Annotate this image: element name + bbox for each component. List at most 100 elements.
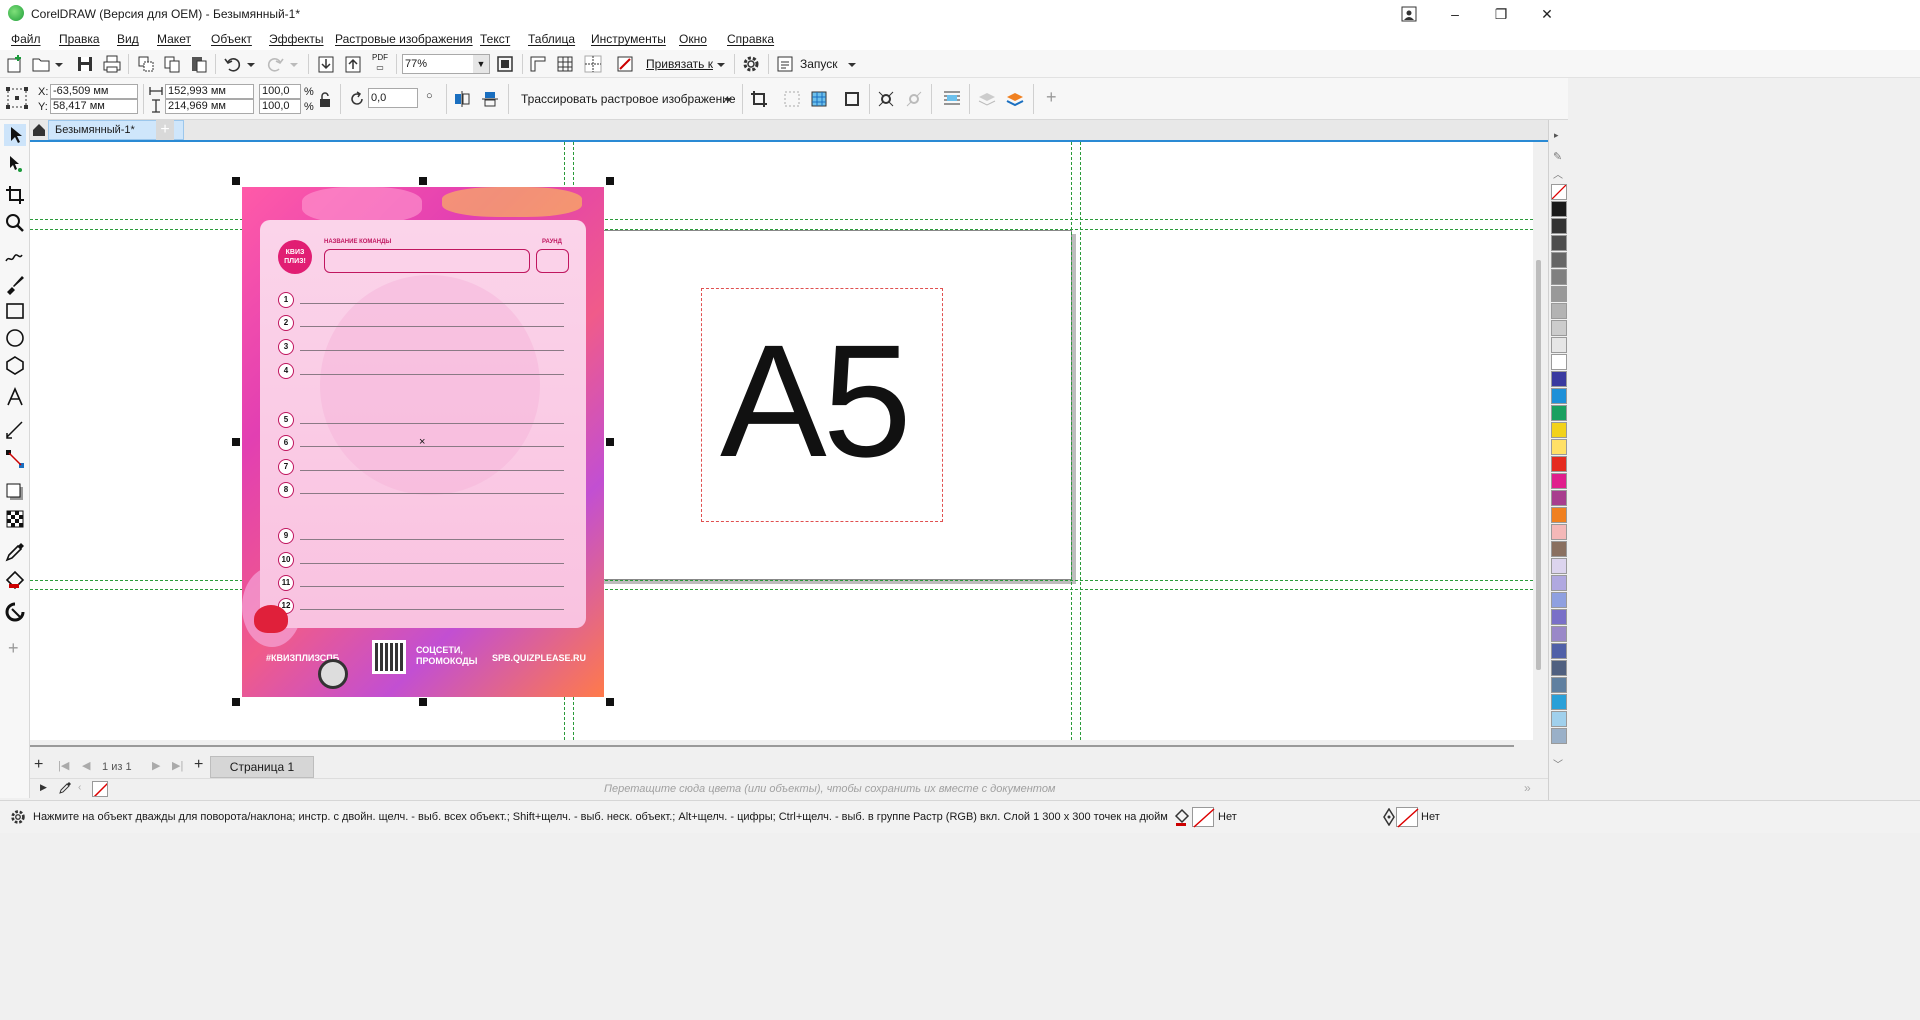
no-color-swatch[interactable] [1551, 184, 1567, 200]
chevron-down-icon[interactable] [245, 54, 257, 74]
settings-gear-icon[interactable] [9, 808, 27, 826]
menu-file[interactable]: Файл [11, 32, 41, 46]
text-tool-icon[interactable] [4, 386, 26, 408]
guidelines-icon[interactable] [583, 54, 603, 74]
account-icon[interactable] [1386, 0, 1432, 28]
palette-swatch[interactable] [1551, 439, 1567, 455]
menu-tools[interactable]: Инструменты [591, 32, 666, 46]
mirror-vertical-icon[interactable] [480, 89, 500, 109]
palette-swatch[interactable] [1551, 643, 1567, 659]
palette-swatch[interactable] [1551, 456, 1567, 472]
redo-icon[interactable] [265, 54, 285, 74]
rectangle-tool-icon[interactable] [4, 300, 26, 322]
guideline-vertical[interactable] [1071, 142, 1072, 740]
options-gear-icon[interactable] [741, 54, 761, 74]
smart-fill-icon[interactable] [4, 601, 26, 623]
eyedropper-icon[interactable] [58, 781, 72, 795]
bitmap-icon[interactable] [809, 89, 829, 109]
menu-edit[interactable]: Правка [59, 32, 100, 46]
palette-swatch[interactable] [1551, 235, 1567, 251]
paste-icon[interactable] [189, 54, 209, 74]
a5-text-frame[interactable]: A5 [701, 288, 943, 522]
palette-expand-icon[interactable]: ▶ [40, 782, 47, 793]
transparency-tool-icon[interactable] [4, 508, 26, 530]
shape-tool-icon[interactable] [4, 153, 26, 175]
height-input[interactable]: 214,969 мм [165, 99, 254, 114]
minimize-button[interactable]: – [1432, 0, 1478, 28]
rulers-icon[interactable] [528, 54, 548, 74]
object-origin-icon[interactable] [5, 86, 29, 110]
home-icon[interactable] [32, 123, 46, 137]
palette-swatch[interactable] [1551, 218, 1567, 234]
trace-bitmap-button[interactable]: Трассировать растровое изображение [521, 92, 736, 106]
artistic-media-icon[interactable] [4, 273, 26, 295]
scrollbar-thumb[interactable] [30, 745, 1514, 747]
palette-swatch[interactable] [1551, 354, 1567, 370]
palette-swatch[interactable] [1551, 337, 1567, 353]
width-input[interactable]: 152,993 мм [165, 84, 254, 99]
undo-icon[interactable] [223, 54, 243, 74]
selection-handle[interactable] [232, 698, 240, 706]
scrollbar-thumb[interactable] [1536, 260, 1541, 670]
drawing-canvas[interactable]: A5 КВИЗ ПЛИЗ! НАЗВАНИЕ КОМАНДЫ РАУНД 1 2 3… [30, 142, 1533, 740]
add-page-after-button[interactable]: + [194, 756, 203, 774]
palette-swatch[interactable] [1551, 575, 1567, 591]
guideline-vertical[interactable] [1080, 142, 1081, 740]
crop-tool-icon[interactable] [4, 184, 26, 206]
copy-icon[interactable] [162, 54, 182, 74]
pdf-export-button[interactable]: PDF ▭ [369, 53, 391, 75]
palette-swatch[interactable] [1551, 524, 1567, 540]
selection-handle[interactable] [419, 698, 427, 706]
connector-tool-icon[interactable] [4, 448, 26, 470]
menu-window[interactable]: Окно [679, 32, 707, 46]
lock-ratio-icon[interactable] [318, 92, 332, 108]
palette-swatch[interactable] [1551, 320, 1567, 336]
launch-icon[interactable] [775, 54, 795, 74]
zoom-level-input[interactable]: 77% ▼ [402, 54, 490, 74]
palette-swatch[interactable] [1551, 473, 1567, 489]
edit-bitmap-icon[interactable] [876, 89, 896, 109]
menu-object[interactable]: Объект [211, 32, 252, 46]
previous-page-button[interactable]: ◀ [82, 759, 90, 772]
interactive-fill-icon[interactable] [4, 569, 26, 591]
palette-swatch[interactable] [1551, 252, 1567, 268]
launch-dropdown[interactable]: Запуск [800, 57, 838, 71]
zoom-tool-icon[interactable] [4, 212, 26, 234]
chevron-down-icon[interactable]: ▼ [473, 55, 489, 73]
save-icon[interactable] [75, 54, 95, 74]
x-position-input[interactable]: -63,509 мм [50, 84, 138, 99]
palette-swatch[interactable] [1551, 201, 1567, 217]
crop-bitmap-icon[interactable] [749, 89, 769, 109]
dimension-tool-icon[interactable] [4, 419, 26, 441]
palette-swatch[interactable] [1551, 694, 1567, 710]
rotation-input[interactable]: 0,0 [368, 88, 418, 108]
selection-handle[interactable] [232, 177, 240, 185]
y-position-input[interactable]: 58,417 мм [50, 99, 138, 114]
menu-layout[interactable]: Макет [157, 32, 191, 46]
add-icon[interactable]: + [1046, 87, 1057, 108]
add-page-before-button[interactable]: + [34, 756, 43, 774]
first-page-button[interactable]: |◀ [58, 759, 69, 772]
palette-swatch[interactable] [1551, 626, 1567, 642]
print-icon[interactable] [102, 54, 122, 74]
vertical-scrollbar[interactable] [1533, 142, 1548, 752]
palette-swatch[interactable] [1551, 286, 1567, 302]
page-tab[interactable]: Страница 1 [210, 756, 314, 778]
chevron-down-icon[interactable] [53, 54, 65, 74]
palette-swatch[interactable] [1551, 677, 1567, 693]
selection-handle[interactable] [606, 438, 614, 446]
scale-x-input[interactable]: 100,0 [259, 84, 301, 99]
cut-icon[interactable] [136, 54, 156, 74]
menu-view[interactable]: Вид [117, 32, 139, 46]
snap-to-dropdown[interactable]: Привязать к [646, 57, 713, 71]
mirror-horizontal-icon[interactable] [452, 89, 472, 109]
maximize-button[interactable]: ❐ [1478, 0, 1524, 28]
chevron-down-icon[interactable] [722, 89, 734, 109]
chevron-left-icon[interactable]: ‹ [78, 782, 81, 793]
close-button[interactable]: ✕ [1524, 0, 1570, 28]
selection-handle[interactable] [419, 177, 427, 185]
polygon-tool-icon[interactable] [4, 354, 26, 376]
a5-text[interactable]: A5 [720, 311, 912, 491]
palette-swatch[interactable] [1551, 558, 1567, 574]
palette-swatch[interactable] [1551, 728, 1567, 744]
